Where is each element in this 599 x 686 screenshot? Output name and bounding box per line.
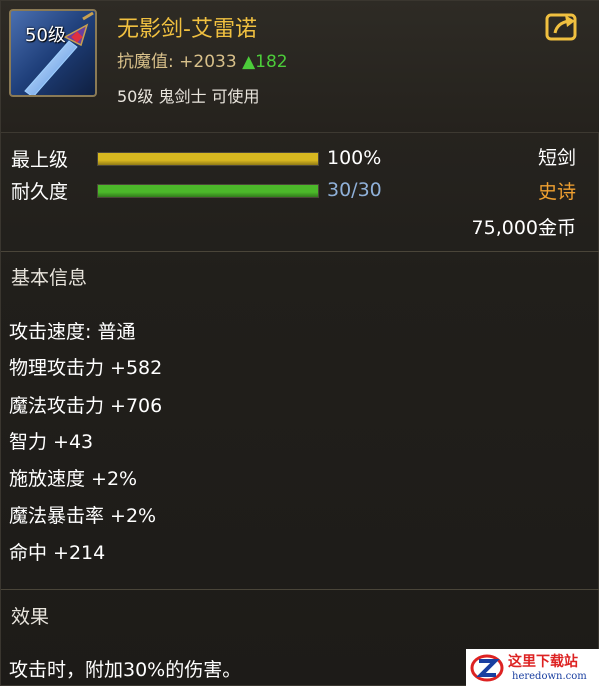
- attribute-magic-crit: 魔法暴击率 +2%: [9, 505, 157, 527]
- basic-info-title: 基本信息: [11, 267, 88, 289]
- durability-bar-fill: [98, 185, 318, 197]
- divider: [1, 589, 599, 590]
- stat-increase: ▲182: [242, 52, 288, 72]
- rarity-label: 史诗: [537, 181, 576, 203]
- attribute-hit: 命中 +214: [9, 542, 106, 564]
- item-name: 无影剑-艾雷诺: [117, 17, 257, 42]
- weapon-type: 短剑: [537, 147, 576, 169]
- item-tooltip-panel: 50级 无影剑-艾雷诺 抗魔值: +2033 ▲182 50级 鬼剑士 可使用 …: [0, 0, 599, 686]
- durability-label: 耐久度: [11, 181, 69, 203]
- durability-row: 耐久度 30/30: [1, 177, 599, 203]
- magic-defense-line: 抗魔值: +2033 ▲182: [117, 47, 288, 72]
- attribute-cast-speed: 施放速度 +2%: [9, 468, 138, 490]
- divider: [1, 251, 599, 252]
- price-label: 75,000金币: [471, 217, 576, 239]
- attribute-attack-speed: 攻击速度: 普通: [9, 321, 136, 343]
- grade-row: 最上级 100%: [1, 145, 599, 171]
- item-icon[interactable]: 50级: [9, 9, 97, 97]
- attribute-intelligence: 智力 +43: [9, 431, 94, 453]
- grade-label: 最上级: [11, 149, 69, 171]
- grade-bar-track: [97, 152, 319, 166]
- attribute-physical-attack: 物理攻击力 +582: [9, 357, 163, 379]
- item-level-badge: 50级: [25, 25, 66, 46]
- requirement-line: 50级 鬼剑士 可使用: [117, 87, 260, 106]
- durability-value: 30/30: [327, 179, 382, 201]
- grade-value: 100%: [327, 147, 382, 169]
- attribute-magic-attack: 魔法攻击力 +706: [9, 395, 163, 417]
- tooltip-header: 50级 无影剑-艾雷诺 抗魔值: +2033 ▲182 50级 鬼剑士 可使用: [1, 1, 599, 133]
- watermark-name: 这里下载站: [508, 654, 578, 670]
- watermark-url: heredown.com: [512, 671, 587, 682]
- watermark-logo-icon: [470, 654, 504, 682]
- watermark: 这里下载站 heredown.com: [466, 649, 599, 686]
- share-icon: [545, 13, 577, 41]
- effect-text: 攻击时，附加30%的伤害。: [9, 659, 242, 681]
- stat-key: 抗魔值:: [117, 52, 174, 72]
- share-button[interactable]: [545, 11, 579, 41]
- grade-bar-fill: [98, 153, 318, 165]
- stat-value: +2033: [179, 52, 237, 72]
- effect-title: 效果: [11, 606, 50, 628]
- durability-bar-track: [97, 184, 319, 198]
